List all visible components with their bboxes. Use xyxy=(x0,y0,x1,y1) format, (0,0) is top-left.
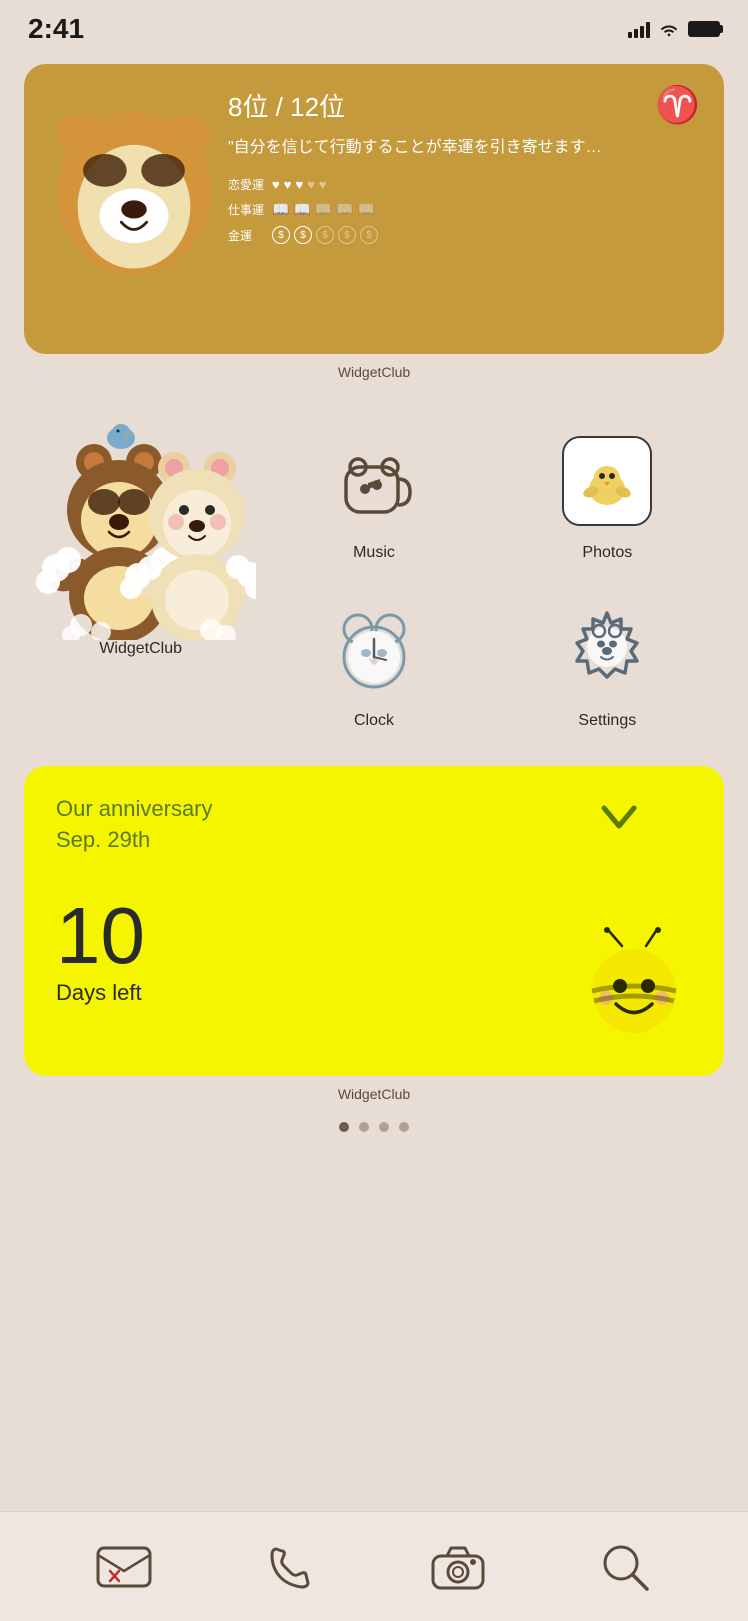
app-grid: Music xyxy=(24,410,724,746)
page-dot-1 xyxy=(339,1122,349,1132)
clock-app[interactable]: Clock xyxy=(257,578,490,746)
wifi-icon xyxy=(658,21,680,37)
rank-text: 8位 / 12位 xyxy=(228,87,345,124)
settings-icon-wrap xyxy=(552,594,662,704)
music-app[interactable]: Music xyxy=(257,410,490,578)
horoscope-quote: "自分を信じて行動することが幸運を引き寄せます… xyxy=(228,136,700,160)
bee-decoration xyxy=(574,926,694,1046)
widgetclub-mascot-label: WidgetClub xyxy=(99,640,182,658)
horoscope-widget[interactable]: 8位 / 12位 ♈ "自分を信じて行動することが幸運を引き寄せます… 恋愛運 … xyxy=(24,64,724,354)
anniversary-widget[interactable]: Our anniversarySep. 29th 10 Days left xyxy=(24,766,724,1076)
work-label: 仕事運 xyxy=(228,201,266,218)
settings-icon xyxy=(563,605,651,693)
status-icons xyxy=(628,20,720,38)
search-icon xyxy=(597,1539,653,1595)
app-section: Music xyxy=(0,400,748,756)
horoscope-content: 8位 / 12位 ♈ "自分を信じて行動することが幸運を引き寄せます… 恋愛運 … xyxy=(228,84,700,244)
clock-label: Clock xyxy=(354,712,394,730)
checkmark-deco xyxy=(594,798,644,838)
status-time: 2:41 xyxy=(28,13,84,45)
camera-icon xyxy=(429,1542,487,1592)
signal-icon xyxy=(628,20,650,38)
phone-dock-icon[interactable] xyxy=(256,1532,326,1602)
horoscope-rank: 8位 / 12位 ♈ xyxy=(228,84,700,126)
love-icons: ♥ ♥ ♥ ♥ ♥ xyxy=(272,177,327,192)
photos-label: Photos xyxy=(582,544,632,562)
anniversary-widget-club-label: WidgetClub xyxy=(0,1086,748,1102)
love-label: 恋愛運 xyxy=(228,176,266,193)
camera-dock-icon[interactable] xyxy=(423,1532,493,1602)
photos-app[interactable]: Photos xyxy=(491,410,724,578)
work-row: 仕事運 📖 📖 📖 📖 📖 xyxy=(228,201,700,218)
phone-icon xyxy=(266,1541,316,1593)
clock-icon-wrap xyxy=(319,594,429,704)
music-icon-wrap xyxy=(319,426,429,536)
settings-label: Settings xyxy=(578,712,636,730)
mascot-area: WidgetClub xyxy=(24,410,257,658)
aries-symbol: ♈ xyxy=(655,84,700,126)
bears-mascot-icon xyxy=(26,420,256,640)
mail-icon xyxy=(95,1543,153,1591)
settings-app[interactable]: Settings xyxy=(491,578,724,746)
horoscope-widget-club-label: WidgetClub xyxy=(0,364,748,380)
page-dot-2 xyxy=(359,1122,369,1132)
page-dots xyxy=(0,1122,748,1132)
status-bar: 2:41 xyxy=(0,0,748,54)
search-dock-icon[interactable] xyxy=(590,1532,660,1602)
heart-decoration xyxy=(594,798,644,845)
photos-icon-wrap xyxy=(552,426,662,536)
money-label: 金運 xyxy=(228,227,266,244)
photos-svg xyxy=(577,454,637,509)
battery-icon xyxy=(688,21,720,37)
work-icons: 📖 📖 📖 📖 📖 xyxy=(272,201,375,218)
dock xyxy=(0,1511,748,1621)
money-row: 金運 $ $ $ $ $ xyxy=(228,226,700,244)
mail-dock-icon[interactable] xyxy=(89,1532,159,1602)
music-label: Music xyxy=(353,544,395,562)
love-row: 恋愛運 ♥ ♥ ♥ ♥ ♥ xyxy=(228,176,700,193)
money-icons: $ $ $ $ $ xyxy=(272,226,378,244)
page-dot-4 xyxy=(399,1122,409,1132)
photos-icon xyxy=(562,436,652,526)
music-icon xyxy=(330,437,418,525)
page-dot-3 xyxy=(379,1122,389,1132)
rilakkuma-face xyxy=(44,84,224,284)
clock-icon xyxy=(330,605,418,693)
